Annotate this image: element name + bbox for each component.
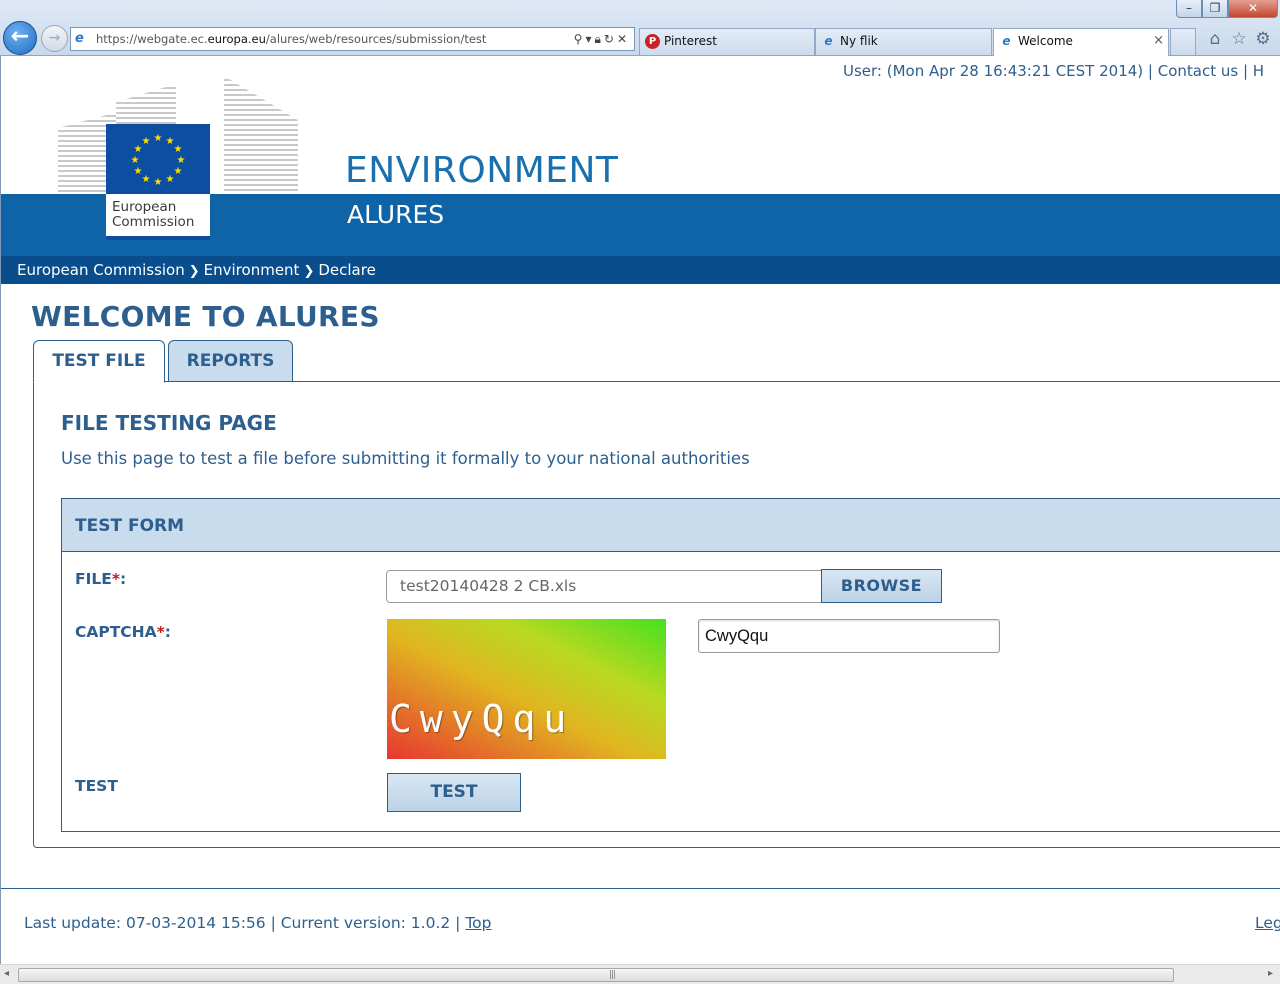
arrow-right-icon: → xyxy=(48,30,61,46)
svg-text:★: ★ xyxy=(154,133,163,144)
tab-test-file[interactable]: TEST FILE xyxy=(33,340,165,383)
star-icon[interactable]: ☆ xyxy=(1228,28,1250,50)
help-link-partial[interactable]: | H xyxy=(1243,62,1264,80)
captcha-image: CwyQqu xyxy=(387,619,666,759)
file-label: FILE*: xyxy=(75,570,126,588)
web-page: User: (Mon Apr 28 16:43:21 CEST 2014) | … xyxy=(0,56,1280,964)
test-form: TEST FORM xyxy=(61,498,1280,832)
breadcrumb-environment[interactable]: Environment xyxy=(204,261,300,279)
building-right-graphic xyxy=(224,76,298,192)
svg-text:★: ★ xyxy=(154,177,163,188)
address-tools: ⚲▾🔒︎↻✕ xyxy=(574,28,630,50)
window-titlebar: – ❐ ✕ xyxy=(0,0,1280,20)
logo-line-2: Commission xyxy=(112,214,195,230)
section-title: FILE TESTING PAGE xyxy=(61,411,277,435)
form-title: TEST FORM xyxy=(75,516,185,536)
svg-text:★: ★ xyxy=(174,144,183,155)
new-tab-button[interactable] xyxy=(1170,28,1196,55)
svg-text:★: ★ xyxy=(131,155,140,166)
browser-tab-pinterest[interactable]: P Pinterest xyxy=(639,28,815,55)
tab-reports[interactable]: REPORTS xyxy=(168,340,293,382)
ie-icon: e xyxy=(1002,34,1011,48)
footer-divider xyxy=(1,888,1280,889)
required-mark: * xyxy=(156,623,165,641)
captcha-text: CwyQqu xyxy=(389,697,575,741)
scroll-left-icon[interactable]: ◂ xyxy=(4,968,9,979)
user-status: User: (Mon Apr 28 16:43:21 CEST 2014) | xyxy=(843,62,1153,80)
european-commission-logo[interactable]: ★ ★ ★ ★ ★ ★ ★ ★ ★ ★ ★ ★ European Commission xyxy=(56,74,298,242)
contact-us-link[interactable]: Contact us xyxy=(1158,62,1238,80)
top-link[interactable]: Top xyxy=(465,914,491,932)
horizontal-scrollbar[interactable]: ◂ ||| ▸ xyxy=(0,964,1280,984)
tab-label: Ny flik xyxy=(840,34,878,48)
browser-chrome: – ❐ ✕ ← → e https://webgate.ec.europa.eu… xyxy=(0,0,1280,56)
home-icon[interactable]: ⌂ xyxy=(1204,28,1226,50)
scroll-right-icon[interactable]: ▸ xyxy=(1268,968,1273,979)
minimize-button[interactable]: – xyxy=(1176,0,1202,18)
address-url[interactable]: https://webgate.ec.europa.eu/alures/web/… xyxy=(96,28,486,50)
breadcrumb-european-commission[interactable]: European Commission xyxy=(17,261,185,279)
pinterest-icon: P xyxy=(645,34,660,49)
breadcrumb-declare[interactable]: Declare xyxy=(318,261,375,279)
close-window-button[interactable]: ✕ xyxy=(1228,0,1278,18)
logo-line-1: European xyxy=(112,199,177,215)
captcha-label-text: CAPTCHA xyxy=(75,623,157,641)
window-title xyxy=(440,3,840,17)
test-button[interactable]: TEST xyxy=(387,773,521,812)
close-tab-icon[interactable]: × xyxy=(1153,29,1164,53)
file-label-text: FILE xyxy=(75,570,112,588)
svg-text:★: ★ xyxy=(166,174,175,185)
gear-icon[interactable]: ⚙ xyxy=(1252,28,1274,50)
test-label: TEST xyxy=(75,777,118,795)
logo-label: European Commission xyxy=(106,194,210,240)
page-title: WELCOME TO ALURES xyxy=(31,300,380,333)
address-bar[interactable]: e https://webgate.ec.europa.eu/alures/we… xyxy=(70,27,635,51)
back-button[interactable]: ← xyxy=(3,21,37,55)
footer: Last update: 07-03-2014 15:56 | Current … xyxy=(24,914,491,932)
site-subtitle: ALURES xyxy=(347,200,445,229)
user-info: User: (Mon Apr 28 16:43:21 CEST 2014) | … xyxy=(843,62,1264,80)
browser-tab-ny-flik[interactable]: e Ny flik xyxy=(815,28,992,55)
scrollbar-thumb[interactable]: ||| xyxy=(18,968,1174,982)
site-title: ENVIRONMENT xyxy=(345,150,619,191)
forward-button[interactable]: → xyxy=(41,25,68,52)
chevron-right-icon: ❯ xyxy=(188,264,200,279)
file-input[interactable]: test20140428 2 CB.xls xyxy=(386,570,822,603)
ie-icon: e xyxy=(824,34,833,48)
svg-text:★: ★ xyxy=(174,166,183,177)
lock-icon[interactable]: 🔒︎ xyxy=(594,32,603,46)
search-icon[interactable]: ⚲ xyxy=(574,32,586,46)
stop-icon[interactable]: ✕ xyxy=(617,32,630,46)
required-mark: * xyxy=(111,570,120,588)
breadcrumb: European Commission ❯ Environment ❯ Declare xyxy=(17,261,376,279)
form-header: TEST FORM xyxy=(62,499,1280,552)
tab-label: Welcome xyxy=(1018,34,1073,48)
label-colon: : xyxy=(164,623,171,641)
captcha-label: CAPTCHA*: xyxy=(75,623,171,641)
label-colon: : xyxy=(119,570,127,588)
maximize-button[interactable]: ❐ xyxy=(1202,0,1228,18)
svg-text:★: ★ xyxy=(142,136,151,147)
footer-version: Last update: 07-03-2014 15:56 | Current … xyxy=(24,914,461,932)
ie-icon: e xyxy=(75,31,84,46)
browser-tab-welcome[interactable]: e Welcome × xyxy=(993,28,1169,56)
browse-button[interactable]: BROWSE xyxy=(821,569,942,603)
section-intro: Use this page to test a file before subm… xyxy=(61,449,750,468)
svg-text:★: ★ xyxy=(134,166,143,177)
svg-text:★: ★ xyxy=(177,155,186,166)
legal-link[interactable]: Leg xyxy=(1255,914,1280,932)
svg-text:★: ★ xyxy=(142,174,151,185)
captcha-input[interactable] xyxy=(698,619,1000,653)
chevron-right-icon: ❯ xyxy=(303,264,315,279)
tab-label: Pinterest xyxy=(664,34,718,48)
grip-icon: ||| xyxy=(609,970,616,980)
arrow-left-icon: ← xyxy=(10,24,30,49)
refresh-icon[interactable]: ↻ xyxy=(604,32,617,46)
